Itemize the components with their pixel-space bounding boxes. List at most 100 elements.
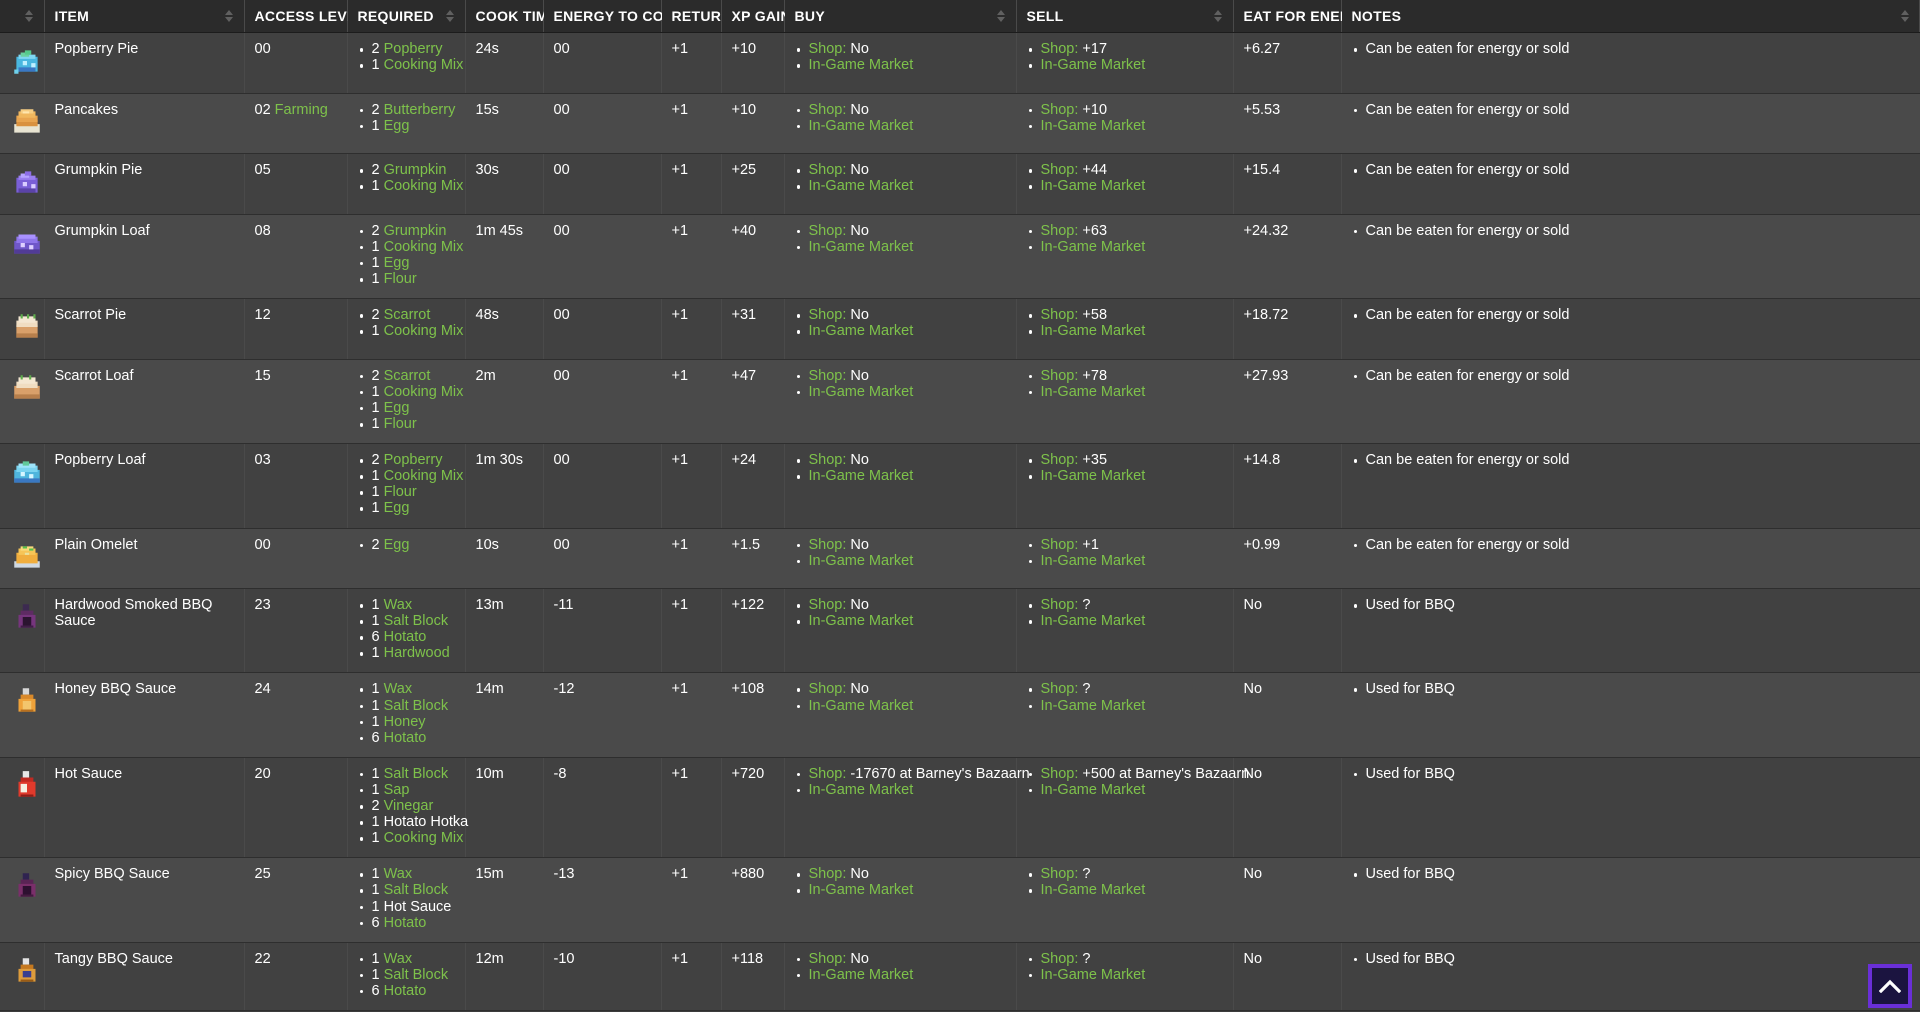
shop-label[interactable]: Shop: (1041, 368, 1079, 384)
column-header-sell[interactable]: SELL (1016, 0, 1234, 33)
shop-label[interactable]: In-Game Market (809, 384, 914, 400)
ingredient-name[interactable]: Egg (384, 400, 410, 416)
ingredient-name[interactable]: Salt Block (384, 967, 448, 983)
shop-label[interactable]: Shop: (1041, 162, 1079, 178)
shop-label[interactable]: Shop: (809, 681, 847, 698)
column-header-icon[interactable] (0, 0, 45, 33)
ingredient-name[interactable]: Popberry (384, 41, 443, 57)
ingredient-name[interactable]: Flour (384, 484, 417, 501)
ingredient-name[interactable]: Scarrot (384, 307, 431, 323)
shop-label[interactable]: Shop: (1041, 597, 1079, 613)
shop-label[interactable]: In-Game Market (809, 468, 914, 484)
ingredient-name[interactable]: Popberry (384, 452, 443, 468)
ingredient-name[interactable]: Honey (384, 714, 426, 730)
shop-label[interactable]: Shop: (1041, 951, 1079, 967)
shop-label[interactable]: In-Game Market (809, 782, 914, 798)
shop-label[interactable]: In-Game Market (809, 698, 914, 714)
ingredient-name[interactable]: Cooking Mix (384, 57, 464, 73)
shop-label[interactable]: In-Game Market (1041, 323, 1146, 339)
shop-label[interactable]: Shop: (809, 223, 847, 239)
column-header-access[interactable]: ACCESS LEVEL (244, 0, 380, 33)
shop-label[interactable]: In-Game Market (809, 57, 914, 73)
shop-label[interactable]: In-Game Market (1041, 698, 1146, 714)
ingredient-name[interactable]: Wax (384, 866, 412, 883)
shop-label[interactable]: In-Game Market (1041, 239, 1146, 255)
ingredient-name[interactable]: Salt Block (384, 613, 448, 629)
sort-toggle-icon[interactable] (997, 10, 1006, 22)
shop-label[interactable]: In-Game Market (1041, 178, 1146, 194)
ingredient-name[interactable]: Egg (384, 255, 410, 271)
ingredient-name[interactable]: Wax (384, 951, 412, 967)
shop-label[interactable]: In-Game Market (809, 882, 914, 899)
shop-label[interactable]: Shop: (809, 766, 847, 782)
ingredient-name[interactable]: Butterberry (384, 102, 456, 118)
sort-toggle-icon[interactable] (225, 10, 234, 22)
shop-label[interactable]: Shop: (1041, 452, 1079, 468)
ingredient-name[interactable]: Cooking Mix (384, 384, 464, 400)
ingredient-name[interactable]: Cooking Mix (384, 830, 464, 846)
shop-label[interactable]: In-Game Market (809, 613, 914, 629)
shop-label[interactable]: In-Game Market (1041, 384, 1146, 400)
shop-label[interactable]: Shop: (809, 537, 847, 553)
column-header-notes[interactable]: NOTES (1341, 0, 1920, 33)
ingredient-name[interactable]: Hardwood (384, 645, 450, 662)
sort-toggle-icon[interactable] (25, 10, 34, 22)
column-header-cook[interactable]: COOK TIME (465, 0, 573, 33)
shop-label[interactable]: In-Game Market (1041, 468, 1146, 484)
shop-label[interactable]: Shop: (1041, 766, 1079, 782)
shop-label[interactable]: In-Game Market (809, 967, 914, 983)
ingredient-name[interactable]: Cooking Mix (384, 468, 464, 484)
ingredient-name[interactable]: Salt Block (384, 698, 448, 714)
ingredient-name[interactable]: Hotato (384, 915, 427, 931)
sort-toggle-icon[interactable] (1214, 10, 1223, 22)
skill-link[interactable]: Farming (275, 102, 328, 118)
shop-label[interactable]: In-Game Market (1041, 118, 1146, 134)
column-header-item[interactable]: ITEM (44, 0, 245, 33)
sort-toggle-icon[interactable] (1900, 10, 1909, 22)
scroll-to-top-button[interactable] (1868, 964, 1912, 1008)
ingredient-name[interactable]: Wax (384, 681, 412, 698)
ingredient-name[interactable]: Wax (384, 597, 412, 613)
shop-label[interactable]: Shop: (809, 102, 847, 118)
ingredient-name[interactable]: Flour (384, 271, 417, 287)
shop-label[interactable]: In-Game Market (1041, 782, 1146, 798)
shop-label[interactable]: Shop: (809, 368, 847, 384)
column-header-buy[interactable]: BUY (784, 0, 1017, 33)
shop-label[interactable]: Shop: (809, 597, 847, 613)
ingredient-name[interactable]: Hotato (384, 629, 427, 645)
shop-label[interactable]: In-Game Market (809, 118, 914, 134)
shop-label[interactable]: Shop: (809, 41, 847, 57)
ingredient-name[interactable]: Salt Block (384, 882, 448, 899)
ingredient-name[interactable]: Hotato (384, 730, 427, 746)
ingredient-name[interactable]: Cooking Mix (384, 323, 464, 339)
shop-label[interactable]: Shop: (1041, 102, 1079, 118)
ingredient-name[interactable]: Egg (384, 537, 410, 553)
shop-label[interactable]: In-Game Market (1041, 613, 1146, 629)
shop-label[interactable]: Shop: (809, 307, 847, 323)
shop-label[interactable]: In-Game Market (1041, 967, 1146, 983)
shop-label[interactable]: Shop: (1041, 681, 1079, 698)
ingredient-name[interactable]: Scarrot (384, 368, 431, 384)
shop-label[interactable]: Shop: (1041, 307, 1079, 323)
ingredient-name[interactable]: Grumpkin (384, 162, 447, 178)
sort-toggle-icon[interactable] (446, 10, 455, 22)
ingredient-name[interactable]: Cooking Mix (384, 178, 464, 194)
column-header-energy[interactable]: ENERGY TO COOK (543, 0, 701, 33)
ingredient-name[interactable]: Egg (384, 118, 410, 134)
shop-label[interactable]: Shop: (1041, 223, 1079, 239)
shop-label[interactable]: In-Game Market (809, 323, 914, 339)
ingredient-name[interactable]: Hotato (384, 983, 427, 999)
shop-label[interactable]: In-Game Market (1041, 882, 1146, 899)
shop-label[interactable]: Shop: (1041, 866, 1079, 883)
column-header-req[interactable]: REQUIRED (347, 0, 466, 33)
shop-label[interactable]: Shop: (1041, 41, 1079, 57)
ingredient-name[interactable]: Cooking Mix (384, 239, 464, 255)
column-header-eat[interactable]: EAT FOR ENERGY (1233, 0, 1386, 33)
shop-label[interactable]: In-Game Market (1041, 553, 1146, 569)
shop-label[interactable]: In-Game Market (1041, 57, 1146, 73)
shop-label[interactable]: In-Game Market (809, 553, 914, 569)
shop-label[interactable]: Shop: (809, 951, 847, 967)
shop-label[interactable]: Shop: (1041, 537, 1079, 553)
shop-label[interactable]: In-Game Market (809, 239, 914, 255)
ingredient-name[interactable]: Grumpkin (384, 223, 447, 239)
